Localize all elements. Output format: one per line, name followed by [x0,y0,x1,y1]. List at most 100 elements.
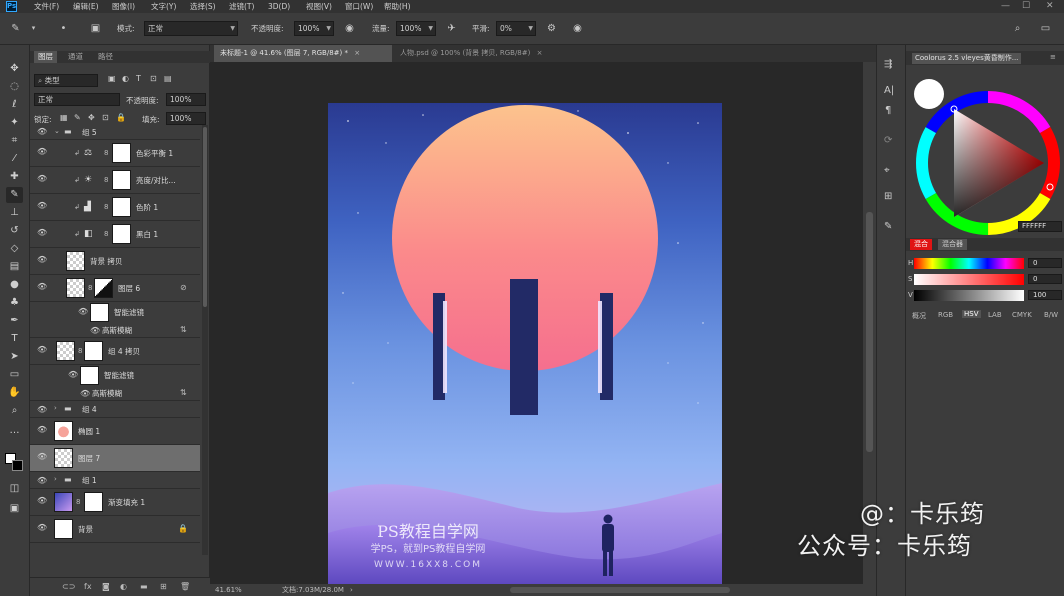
layer-row-selected[interactable]: 👁 图层 7 [30,445,200,472]
visibility-eye-icon[interactable]: 👁 [80,390,90,398]
brush-panel-icon[interactable]: ▣ [88,21,103,36]
menu-filter[interactable]: 滤镜(T) [229,0,254,13]
kind-filter-select[interactable]: ⌕ 类型 [34,74,98,87]
healing-brush-icon[interactable]: ✚ [6,169,23,185]
tab-layers[interactable]: 图层 [34,51,57,63]
mode-cmyk[interactable]: CMYK [1012,311,1032,319]
gear-icon[interactable]: ⚙ [544,21,559,36]
character-panel-icon[interactable]: A| [884,85,894,96]
visibility-eye-icon[interactable]: 👁 [68,371,78,379]
status-menu-icon[interactable]: › [350,584,353,596]
chevron-right-icon[interactable]: › [54,404,57,412]
layer-row[interactable]: 👁 8 渐变填充 1 [30,489,200,516]
fill-input[interactable]: 100% [166,112,206,125]
visibility-eye-icon[interactable]: 👁 [37,406,47,414]
lock-all-icon[interactable]: 🔒 [116,113,126,122]
value-slider[interactable] [914,290,1024,301]
adjustment-layer-icon[interactable]: ◐ [120,582,127,591]
layer-row[interactable]: 👁 背景 拷贝 [30,248,200,275]
screen-mode-icon[interactable]: ▣ [6,501,23,517]
filter-pixel-icon[interactable]: ▣ [108,74,116,83]
type-tool-icon[interactable]: T [6,331,23,347]
filter-adjustment-icon[interactable]: ◐ [122,74,129,83]
properties-panel-icon[interactable]: ⊞ [884,191,892,202]
horizontal-scrollbar-thumb[interactable] [510,587,730,593]
close-tab-icon[interactable]: × [354,49,360,57]
hue-value[interactable]: 0 [1028,258,1062,268]
artwork-canvas[interactable]: PS教程自学网 学PS，就到PS教程自学网 WWW.16XX8.COM [328,103,722,584]
zoom-level[interactable]: 41.61% [215,584,242,596]
layer-row[interactable]: 👁 › ▬ 组 1 [30,472,200,489]
visibility-eye-icon[interactable]: 👁 [37,497,47,505]
filter-row[interactable]: 👁 高斯模糊 ⇅ [30,324,200,338]
menu-view[interactable]: 视图(V) [306,0,332,13]
filter-row[interactable]: 👁 智能滤镜 [30,365,200,387]
brush-settings-icon[interactable]: ⟳ [884,135,892,146]
layer-row[interactable]: 👁 背景 🔒 [30,516,200,543]
brush-tool-icon[interactable]: ✎ [6,187,23,203]
pen-tool-icon[interactable]: ✒ [6,313,23,329]
visibility-eye-icon[interactable]: 👁 [37,453,47,461]
visibility-eye-icon[interactable]: 👁 [37,148,47,156]
visibility-eye-icon[interactable]: 👁 [37,256,47,264]
zoom-tool-icon[interactable]: ⌕ [6,403,23,419]
adjustments-panel-icon[interactable]: ⇶ [884,59,892,70]
value-value[interactable]: 100 [1028,290,1062,300]
layer-row[interactable]: 👁 › ▬ 组 4 [30,401,200,418]
visibility-eye-icon[interactable]: 👁 [37,426,47,434]
marquee-tool-icon[interactable]: ◌ [6,79,23,95]
mode-hsv[interactable]: HSV [962,310,981,318]
history-panel-icon[interactable]: ⌖ [884,165,890,176]
menu-window[interactable]: 窗口(W) [345,0,373,13]
new-layer-icon[interactable]: ⊞ [160,582,167,591]
chevron-down-icon[interactable]: ▾ [26,21,41,36]
move-tool-icon[interactable]: ✥ [6,61,23,77]
airbrush-icon[interactable]: ✈ [444,21,459,36]
clone-stamp-icon[interactable]: ⊥ [6,205,23,221]
visibility-eye-icon[interactable]: 👁 [37,346,47,354]
blend-mode-select[interactable]: 正常 [34,93,120,106]
panel-menu-icon[interactable]: ≡ [1050,53,1056,61]
layer-opacity-input[interactable]: 100% [166,93,206,106]
tab-paths[interactable]: 路径 [94,51,117,63]
visibility-eye-icon[interactable]: 👁 [37,202,47,210]
saturation-slider[interactable] [914,274,1024,285]
close-tab-icon[interactable]: × [537,49,543,57]
pressure-size-icon[interactable]: ◉ [570,21,585,36]
menu-image[interactable]: 图像(I) [112,0,135,13]
menu-file[interactable]: 文件(F) [34,0,59,13]
lock-pixels-icon[interactable]: ✎ [74,113,81,122]
lasso-tool-icon[interactable]: ℓ [6,97,23,113]
layers-scrollbar[interactable] [202,125,208,555]
filter-row[interactable]: 👁 高斯模糊 ⇅ [30,387,200,401]
chevron-right-icon[interactable]: › [54,475,57,483]
filter-options-icon[interactable]: ⇅ [180,388,187,397]
layer-row[interactable]: 👁 8 组 4 拷贝 [30,338,200,365]
visibility-eye-icon[interactable]: 👁 [37,283,47,291]
layer-row[interactable]: 👁 ⌄ ▬ 组 5 [30,125,200,140]
visibility-eye-icon[interactable]: 👁 [78,308,88,316]
filter-options-icon[interactable]: ⇅ [180,325,187,334]
minimize-icon[interactable]: — [1001,0,1010,13]
eraser-icon[interactable]: ◇ [6,241,23,257]
libraries-panel-icon[interactable]: ✎ [884,221,892,232]
mode-overview[interactable]: 概况 [912,311,926,321]
color-wheel[interactable] [914,89,1062,237]
scrollbar-thumb[interactable] [203,127,207,307]
lock-transparency-icon[interactable]: ▦ [60,113,68,122]
add-mask-icon[interactable]: ◙ [102,582,110,591]
link-layers-icon[interactable]: ⊂⊃ [62,582,75,591]
mode-select[interactable]: 正常 ▼ [144,21,238,36]
brush-tool-preset-icon[interactable]: ✎ [8,21,23,36]
mode-lab[interactable]: LAB [988,311,1002,319]
flow-input[interactable]: 100% ▼ [396,21,436,36]
maximize-icon[interactable]: ☐ [1022,0,1030,13]
visibility-eye-icon[interactable]: 👁 [37,128,47,136]
quick-mask-icon[interactable]: ◫ [6,481,23,497]
layer-row[interactable]: 👁 ↲ ☀ 8 亮度/对比... [30,167,200,194]
filter-smart-icon[interactable]: ▤ [164,74,172,83]
path-selection-icon[interactable]: ➤ [6,349,23,365]
visibility-eye-icon[interactable]: 👁 [37,229,47,237]
tab-mixer[interactable]: 混合器 [938,239,967,250]
brush-size-icon[interactable]: • [56,21,71,36]
